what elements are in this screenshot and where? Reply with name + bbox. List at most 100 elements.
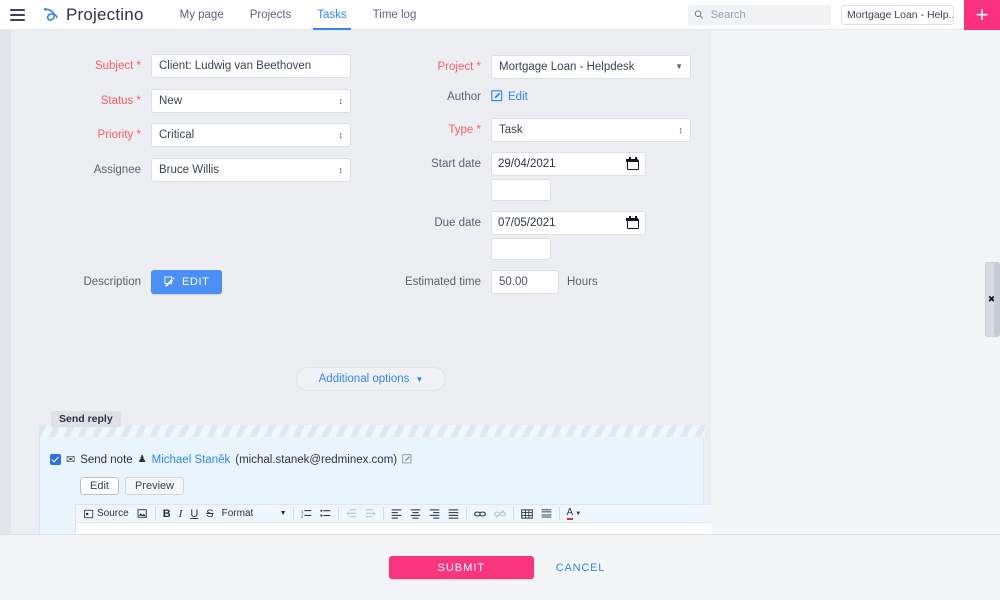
main-navigation: My page Projects Tasks Time log xyxy=(168,0,429,30)
align-justify-icon[interactable] xyxy=(444,505,463,522)
type-select[interactable]: Task ↕ xyxy=(491,118,691,142)
form-footer: SUBMIT CANCEL xyxy=(0,534,1000,600)
start-date-label: Start date xyxy=(431,158,481,170)
align-left-icon[interactable] xyxy=(387,505,406,522)
chevron-down-icon: ▼ xyxy=(415,374,424,384)
description-edit-button[interactable]: EDIT xyxy=(151,270,223,294)
toolbar-separator xyxy=(465,507,467,520)
status-value: New xyxy=(159,95,183,107)
type-label: Type * xyxy=(448,124,481,136)
chevron-down-icon[interactable]: ▼ xyxy=(280,510,287,517)
status-label: Status * xyxy=(100,95,141,107)
edit-pencil-icon xyxy=(491,90,503,102)
unlink-icon[interactable] xyxy=(490,505,510,522)
calendar-icon xyxy=(626,216,639,229)
align-center-icon[interactable] xyxy=(406,505,425,522)
due-date-label: Due date xyxy=(434,217,481,229)
underline-icon[interactable]: U xyxy=(186,505,202,522)
status-select[interactable]: New ↕ xyxy=(151,89,351,113)
hamburger-line xyxy=(9,8,25,11)
updown-arrows-icon: ↕ xyxy=(338,164,344,175)
horizontal-rule-icon[interactable] xyxy=(537,505,556,522)
due-date-secondary-input[interactable] xyxy=(491,238,551,260)
bold-icon[interactable]: B xyxy=(159,505,175,522)
editor-mode-preview-button[interactable]: Preview xyxy=(124,477,185,495)
updown-arrows-icon: ↕ xyxy=(338,95,344,106)
priority-select[interactable]: Critical ↕ xyxy=(151,123,351,147)
updown-arrows-icon: ↕ xyxy=(678,124,684,135)
nav-tab-time-log[interactable]: Time log xyxy=(361,0,429,30)
italic-icon[interactable]: I xyxy=(175,505,187,522)
field-row-type: Type * Task ↕ xyxy=(351,118,711,142)
numbered-list-icon[interactable]: 1 2 xyxy=(297,505,316,522)
due-date-input[interactable]: 07/05/2021 xyxy=(491,211,646,235)
table-icon[interactable] xyxy=(517,505,537,522)
estimated-time-label: Estimated time xyxy=(404,276,481,288)
image-icon[interactable] xyxy=(133,505,152,522)
toolbar-separator xyxy=(512,507,514,520)
toolbar-separator xyxy=(154,507,156,520)
nav-tab-my-page[interactable]: My page xyxy=(168,0,236,30)
project-select[interactable]: Mortgage Loan - Helpdesk ▼ xyxy=(491,55,691,79)
start-date-value: 29/04/2021 xyxy=(498,158,556,170)
source-icon[interactable]: Source xyxy=(80,505,133,522)
edit-external-icon[interactable] xyxy=(402,454,413,465)
additional-options-toggle[interactable]: Additional options ▼ xyxy=(296,367,446,391)
assignee-select[interactable]: Bruce Willis ↕ xyxy=(151,158,351,182)
field-row-start-date: Start date 29/04/2021 xyxy=(351,152,711,201)
task-form-panel: Subject * Client: Ludwig van Beethoven S… xyxy=(11,30,711,534)
toolbar-separator xyxy=(558,507,560,520)
hamburger-menu-icon[interactable] xyxy=(0,0,34,30)
estimated-time-input[interactable]: 50.00 xyxy=(491,270,559,294)
field-row-subject: Subject * Client: Ludwig van Beethoven xyxy=(11,54,351,78)
outdent-icon[interactable] xyxy=(342,505,361,522)
link-icon[interactable] xyxy=(470,505,490,522)
nav-tab-projects[interactable]: Projects xyxy=(238,0,304,30)
format-dropdown[interactable]: Format xyxy=(218,508,280,519)
subject-label: Subject * xyxy=(94,60,141,72)
page-scrollbar-thumb[interactable] xyxy=(994,262,1000,337)
author-edit-label: Edit xyxy=(508,90,528,103)
nav-tab-tasks[interactable]: Tasks xyxy=(305,0,358,30)
align-right-icon[interactable] xyxy=(425,505,444,522)
indent-icon[interactable] xyxy=(361,505,380,522)
brand-name: Projectino xyxy=(66,4,144,24)
subject-input[interactable]: Client: Ludwig van Beethoven xyxy=(151,54,351,78)
field-row-priority: Priority * Critical ↕ xyxy=(11,123,351,147)
project-selector-dropdown[interactable]: Mortgage Loan - Help... ↕ xyxy=(841,4,954,25)
author-edit-link[interactable]: Edit xyxy=(491,90,528,103)
projectino-logo-icon xyxy=(43,7,58,21)
editor-mode-edit-button[interactable]: Edit xyxy=(80,477,119,495)
field-row-author: Author Edit xyxy=(351,90,711,103)
cancel-button[interactable]: CANCEL xyxy=(550,561,611,575)
estimated-time-unit: Hours xyxy=(567,276,598,288)
calendar-icon xyxy=(626,157,639,170)
field-row-status: Status * New ↕ xyxy=(11,89,351,113)
text-color-icon[interactable]: A ▼ xyxy=(563,505,586,522)
search-input[interactable] xyxy=(708,7,825,22)
description-label: Description xyxy=(83,276,141,288)
strikethrough-icon[interactable]: S xyxy=(202,505,217,522)
additional-options-label: Additional options xyxy=(318,373,410,385)
start-date-input[interactable]: 29/04/2021 xyxy=(491,152,646,176)
submit-button[interactable]: SUBMIT xyxy=(388,556,534,579)
brand-logo-area[interactable]: Projectino xyxy=(40,5,144,25)
reply-editor-textarea[interactable] xyxy=(75,523,711,534)
search-box[interactable] xyxy=(688,4,831,25)
top-header-bar: Projectino My page Projects Tasks Time l… xyxy=(0,0,1000,30)
start-date-secondary-input[interactable] xyxy=(491,179,551,201)
type-value: Task xyxy=(499,124,523,136)
send-note-row: ✉ Send note ♟ Michael Staněk (michal.sta… xyxy=(50,453,413,466)
add-new-button[interactable]: + xyxy=(964,0,1000,30)
send-note-label: Send note xyxy=(80,453,133,466)
priority-label: Priority * xyxy=(97,129,141,141)
author-label: Author xyxy=(447,90,481,103)
chevron-down-icon: ▼ xyxy=(675,62,683,71)
tab-send-reply[interactable]: Send reply xyxy=(51,411,121,427)
send-note-recipient-email: (michal.stanek@redminex.com) xyxy=(235,453,398,466)
bulleted-list-icon[interactable] xyxy=(316,505,335,522)
send-reply-block: Send reply ✉ Send note ♟ Michael Staněk … xyxy=(39,411,711,534)
send-note-checkbox[interactable] xyxy=(50,454,61,465)
person-icon: ♟ xyxy=(137,454,147,465)
send-note-recipient-name[interactable]: Michael Staněk xyxy=(152,454,231,466)
